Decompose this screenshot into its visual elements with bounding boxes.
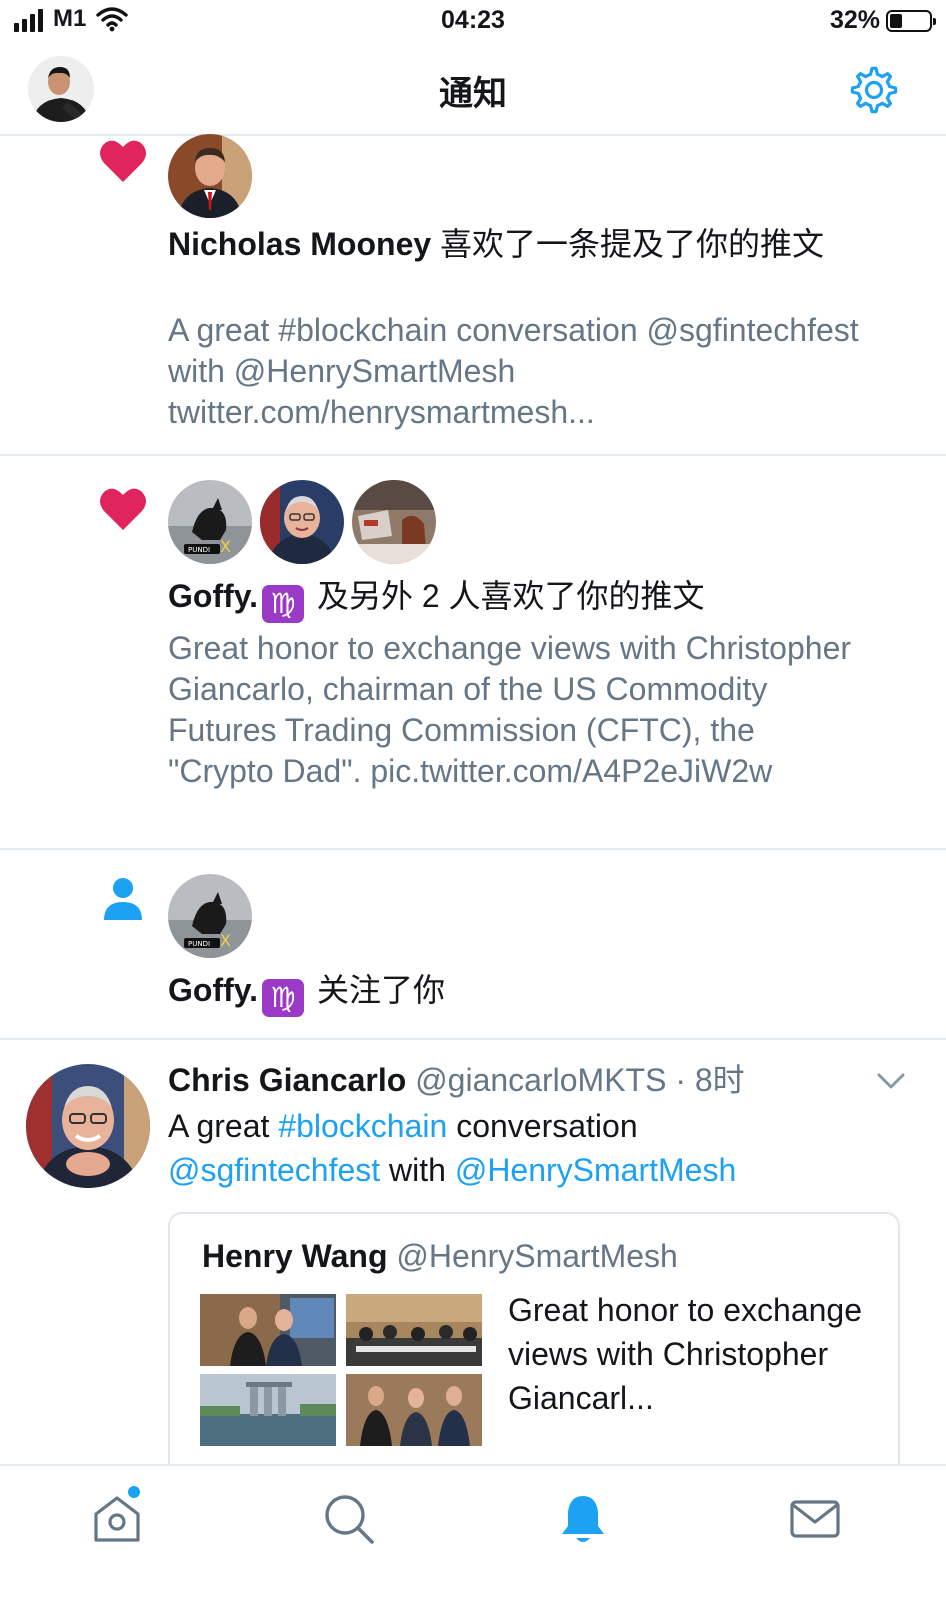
tweet-text-part: A great — [168, 1108, 279, 1144]
tweet-item[interactable]: Chris Giancarlo @giancarloMKTS · 8时 A gr… — [0, 1040, 946, 1464]
notification-item[interactable]: PUNDI X Goffy. ♍ 及另外 2 人喜欢了你的推文 Great ho… — [0, 456, 946, 850]
svg-text:X: X — [220, 537, 231, 556]
avatar[interactable] — [26, 1064, 150, 1188]
tweet-text-part: with — [380, 1152, 455, 1188]
avatar[interactable] — [168, 134, 252, 218]
notification-action: 关注了你 — [316, 972, 445, 1008]
tweet-text: A great #blockchain conversation @sgfinte… — [168, 1104, 846, 1192]
tweet-author-name[interactable]: Chris Giancarlo — [168, 1062, 406, 1098]
battery-percent: 32% — [829, 6, 880, 34]
tweet-preview: Great honor to exchange views with Chris… — [168, 630, 852, 789]
battery-icon — [886, 9, 936, 32]
virgo-emoji-icon: ♍ — [262, 585, 305, 623]
gear-icon[interactable] — [848, 64, 900, 116]
tweet-author-handle[interactable]: @giancarloMKTS — [415, 1062, 666, 1098]
notification-text: Nicholas Mooney 喜欢了一条提及了你的推文 — [168, 224, 886, 264]
status-right: 32% — [829, 6, 936, 35]
media-thumbnail[interactable] — [346, 1374, 482, 1446]
media-thumbnail[interactable] — [346, 1294, 482, 1366]
page-title: 通知 — [439, 75, 507, 113]
tweet-text-part: conversation — [447, 1108, 638, 1144]
notification-text: Goffy. ♍ 关注了你 — [168, 970, 886, 1017]
hashtag-link[interactable]: #blockchain — [278, 1108, 447, 1144]
chevron-down-icon[interactable] — [876, 1070, 906, 1092]
media-thumbnail[interactable] — [200, 1294, 336, 1366]
notification-item[interactable]: Nicholas Mooney 喜欢了一条提及了你的推文 A great #bl… — [0, 134, 946, 456]
home-icon[interactable] — [90, 1492, 144, 1546]
tweet-preview: A great #blockchain conversation @sgfint… — [168, 312, 859, 430]
actor-avatars: PUNDI X — [168, 874, 252, 958]
tweet-time: 8时 — [694, 1062, 745, 1098]
clock: 04:23 — [441, 6, 505, 34]
quoted-media-grid[interactable] — [200, 1294, 482, 1446]
media-thumbnail[interactable] — [200, 1374, 336, 1446]
virgo-emoji-icon: ♍ — [262, 979, 305, 1017]
avatar[interactable] — [352, 480, 436, 564]
bottom-tab-bar — [0, 1464, 946, 1600]
avatar[interactable] — [260, 480, 344, 564]
mention-link[interactable]: @sgfintechfest — [168, 1152, 380, 1188]
notifications-bell-icon[interactable] — [556, 1492, 610, 1546]
status-bar: M1 04:23 32% — [0, 0, 946, 44]
new-content-dot — [128, 1486, 140, 1498]
actor-name[interactable]: Nicholas Mooney — [168, 226, 431, 262]
actor-avatars — [168, 134, 252, 218]
actor-name[interactable]: Goffy. — [168, 578, 258, 614]
heart-icon — [100, 488, 146, 530]
tweet-header: Chris Giancarlo @giancarloMKTS · 8时 — [168, 1060, 745, 1100]
search-icon[interactable] — [322, 1492, 376, 1546]
svg-text:PUNDI: PUNDI — [188, 940, 210, 948]
quoted-tweet-text: Great honor to exchange views with Chris… — [508, 1292, 863, 1416]
avatar[interactable]: PUNDI X — [168, 874, 252, 958]
svg-text:PUNDI: PUNDI — [188, 546, 210, 554]
person-icon — [104, 878, 142, 920]
tweet-separator: · — [675, 1062, 686, 1098]
notification-action: 及另外 2 人喜欢了你的推文 — [316, 578, 705, 614]
quoted-author-handle: @HenrySmartMesh — [396, 1238, 678, 1274]
top-nav-bar: 通知 — [0, 44, 946, 136]
notification-item[interactable]: PUNDI X Goffy. ♍ 关注了你 — [0, 850, 946, 1040]
quoted-tweet-card[interactable]: Henry Wang @HenrySmartMesh Great honor t… — [168, 1212, 900, 1464]
actor-name[interactable]: Goffy. — [168, 972, 258, 1008]
notification-text: Goffy. ♍ 及另外 2 人喜欢了你的推文 — [168, 576, 886, 623]
quoted-author-name: Henry Wang — [202, 1238, 388, 1274]
messages-mail-icon[interactable] — [788, 1492, 842, 1546]
actor-avatars: PUNDI X — [168, 480, 436, 564]
mention-link[interactable]: @HenrySmartMesh — [455, 1152, 736, 1188]
svg-text:X: X — [220, 931, 231, 950]
heart-icon — [100, 140, 146, 182]
battery-level — [890, 13, 903, 28]
avatar[interactable]: PUNDI X — [168, 480, 252, 564]
quoted-tweet-header: Henry Wang @HenrySmartMesh — [202, 1236, 678, 1276]
notification-action: 喜欢了一条提及了你的推文 — [440, 226, 825, 262]
